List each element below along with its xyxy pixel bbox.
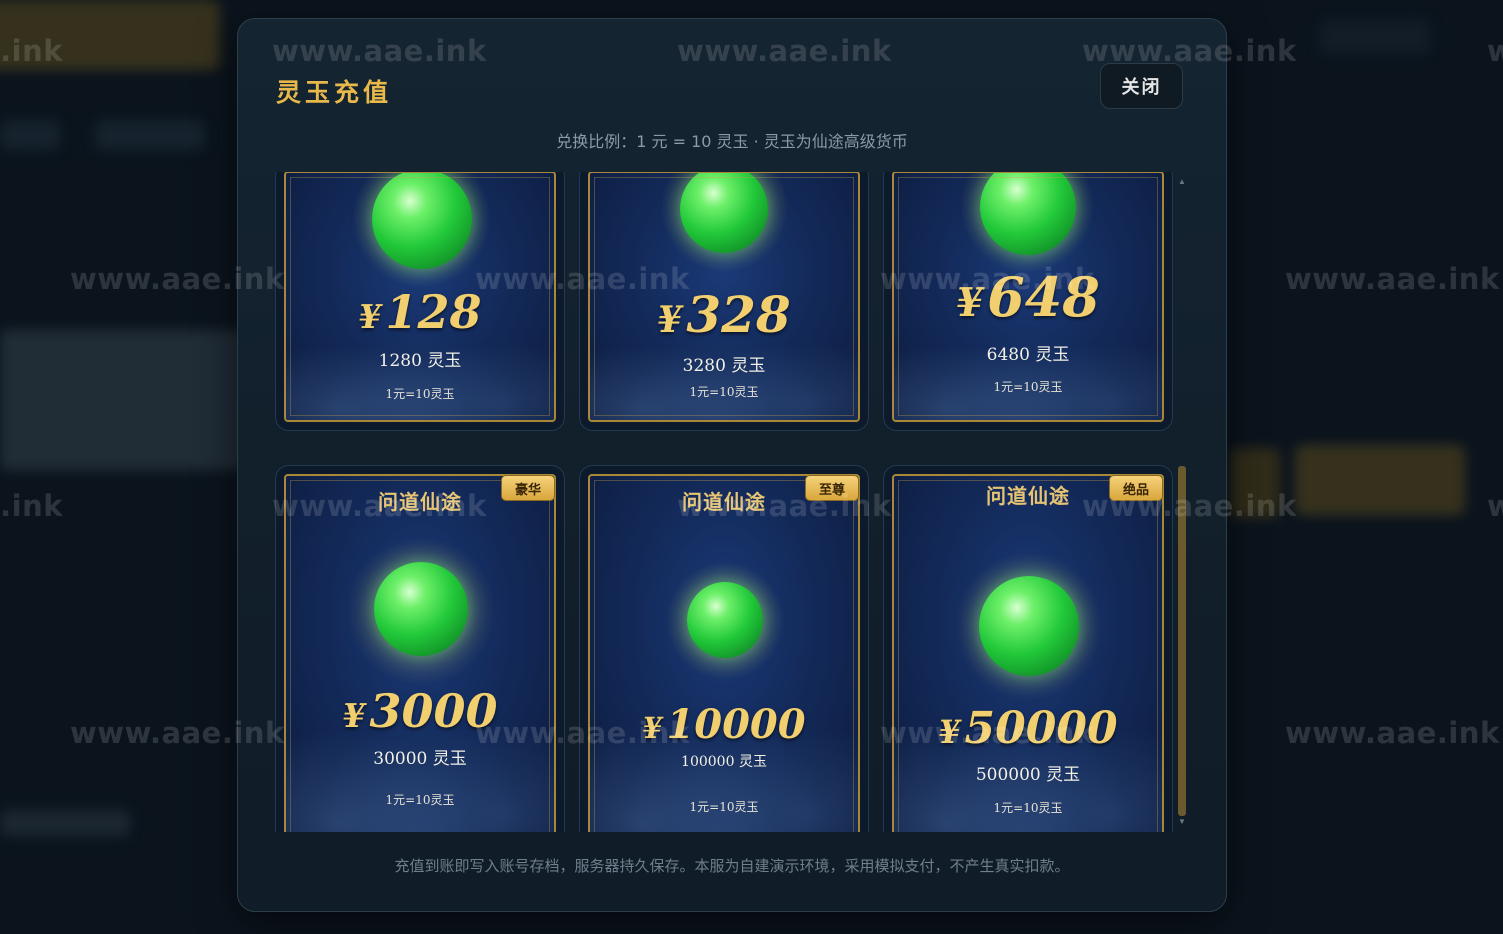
package-amount: 100000 灵玉 (681, 754, 767, 770)
package-amount: 3280 灵玉 (682, 356, 766, 376)
close-button[interactable]: 关闭 (1100, 63, 1183, 109)
backdrop-button (1230, 448, 1280, 518)
backdrop-text (0, 810, 130, 836)
package-rate: 1元=10灵玉 (993, 801, 1063, 815)
package-card-128[interactable]: ¥128 1280 灵玉 1元=10灵玉 (275, 172, 565, 431)
package-price: ¥10000 (642, 701, 806, 748)
modal-title: 灵玉充值 (276, 78, 393, 107)
exchange-rate-subtitle: 兑换比例：1 元 = 10 灵玉 · 灵玉为仙途高级货币 (556, 132, 908, 151)
scrollbar-thumb[interactable] (1178, 466, 1186, 816)
package-price: ¥3000 (342, 684, 498, 738)
package-amount: 1280 灵玉 (378, 351, 462, 371)
jade-orb-icon (374, 562, 468, 656)
package-amount: 6480 灵玉 (986, 345, 1070, 365)
card-art: 问道仙途 ¥3000 30000 灵玉 1元=10灵玉 (284, 474, 556, 832)
card-art: ¥328 3280 灵玉 1元=10灵玉 (588, 172, 860, 422)
package-price: ¥328 (657, 285, 791, 344)
package-amount: 30000 灵玉 (373, 749, 467, 769)
scroll-down-arrow-icon[interactable]: ▼ (1176, 817, 1188, 826)
jade-orb-icon (687, 582, 763, 658)
tier-badge: 至尊 (805, 475, 859, 501)
package-rate: 1元=10灵玉 (385, 387, 455, 401)
backdrop-image (0, 330, 250, 470)
card-art: ¥128 1280 灵玉 1元=10灵玉 (284, 172, 556, 422)
footer-note: 充值到账即写入账号存档，服务器持久保存。本服为自建演示环境，采用模拟支付，不产生… (394, 857, 1070, 875)
package-amount: 500000 灵玉 (975, 765, 1081, 785)
recharge-modal: 灵玉充值 关闭 兑换比例：1 元 = 10 灵玉 · 灵玉为仙途高级货币 ¥12… (237, 18, 1227, 912)
jade-orb-icon (372, 173, 472, 269)
jade-orb-icon (979, 576, 1079, 676)
package-price: ¥128 (358, 285, 482, 339)
backdrop-button (0, 0, 220, 70)
card-art: 问道仙途 ¥50000 500000 灵玉 1元=10灵玉 (892, 474, 1164, 832)
package-card-328[interactable]: ¥328 3280 灵玉 1元=10灵玉 (579, 172, 869, 431)
scroll-up-arrow-icon[interactable]: ▲ (1176, 177, 1188, 186)
scrollbar[interactable]: ▲ ▼ (1176, 177, 1188, 829)
package-rate: 1元=10灵玉 (993, 380, 1063, 394)
package-grid: ¥128 1280 灵玉 1元=10灵玉 ¥328 3280 灵玉 1元=10灵… (274, 172, 1188, 832)
backdrop-tab (0, 120, 60, 150)
package-rate: 1元=10灵玉 (689, 800, 759, 814)
package-card-50000[interactable]: 问道仙途 ¥50000 500000 灵玉 1元=10灵玉 绝品 (883, 465, 1173, 832)
package-price: ¥50000 (938, 703, 1118, 754)
backdrop-tab (95, 120, 205, 150)
backdrop-button (1295, 445, 1465, 515)
package-card-10000[interactable]: 问道仙途 ¥10000 100000 灵玉 1元=10灵玉 至尊 (579, 465, 869, 832)
tier-badge: 豪华 (501, 475, 555, 501)
tier-badge: 绝品 (1109, 475, 1163, 501)
package-card-3000[interactable]: 问道仙途 ¥3000 30000 灵玉 1元=10灵玉 豪华 (275, 465, 565, 832)
backdrop-bar (1320, 20, 1430, 54)
package-card-648[interactable]: ¥648 6480 灵玉 1元=10灵玉 (883, 172, 1173, 431)
card-art: ¥648 6480 灵玉 1元=10灵玉 (892, 172, 1164, 422)
card-art: 问道仙途 ¥10000 100000 灵玉 1元=10灵玉 (588, 474, 860, 832)
package-price: ¥648 (956, 265, 1100, 329)
package-rate: 1元=10灵玉 (385, 793, 455, 807)
package-rate: 1元=10灵玉 (689, 385, 759, 399)
